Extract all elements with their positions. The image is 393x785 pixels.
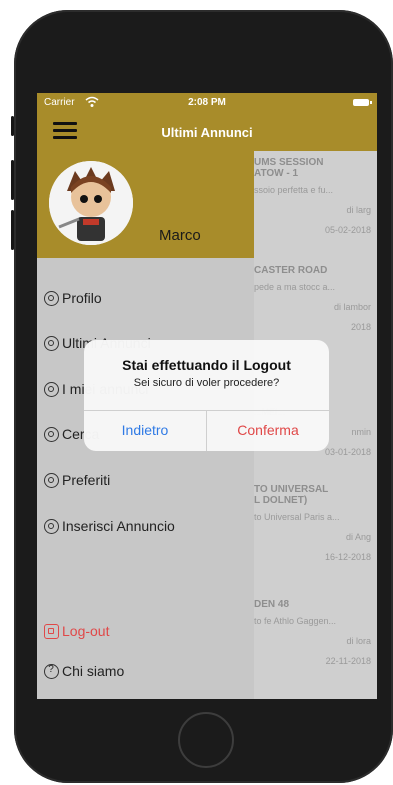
- volume-down-button: [11, 210, 14, 250]
- avatar[interactable]: [49, 161, 133, 245]
- list-item[interactable]: TO UNIVERSAL L DOLNET) to Universal Pari…: [254, 484, 377, 562]
- logout-alert-dialog: Stai effettuando il Logout Sei sicuro di…: [84, 340, 329, 451]
- battery-icon: [353, 99, 372, 106]
- ads-icon: [44, 335, 59, 351]
- menu-item-insert-ad[interactable]: Inserisci Annuncio: [44, 514, 175, 538]
- page-title: Ultimi Annunci: [161, 125, 253, 140]
- list-item[interactable]: UMS SESSION ATOW - 1 ssoio perfetta e fu…: [254, 157, 377, 235]
- search-icon: [44, 426, 59, 442]
- home-button[interactable]: [178, 712, 234, 768]
- profile-icon: [44, 290, 59, 306]
- list-item[interactable]: DEN 48 to fe Athlo Gaggen... di lora 22-…: [254, 599, 377, 666]
- username: Marco: [159, 227, 201, 244]
- app-screen: Carrier 2:08 PM Ultimi Annunci UMS SESSI…: [37, 93, 377, 699]
- menu-item-favorites[interactable]: Preferiti: [44, 468, 110, 492]
- my-ads-icon: [44, 381, 59, 397]
- add-ad-icon: [44, 518, 59, 534]
- back-button[interactable]: Indietro: [84, 410, 206, 451]
- avatar-figure-icon: [49, 161, 133, 245]
- status-time: 2:08 PM: [188, 97, 226, 108]
- heart-icon: [44, 472, 59, 488]
- confirm-logout-button[interactable]: Conferma: [207, 410, 329, 451]
- menu-item-about[interactable]: ? Chi siamo: [44, 659, 124, 683]
- status-bar: Carrier 2:08 PM: [37, 93, 377, 113]
- alert-message: Sei sicuro di voler procedere?: [133, 377, 280, 389]
- volume-up-button: [11, 160, 14, 200]
- menu-item-profile[interactable]: Profilo: [44, 286, 102, 310]
- question-icon: ?: [44, 663, 59, 679]
- drawer-header: Marco: [37, 151, 254, 258]
- logout-icon: [44, 623, 59, 639]
- alert-title: Stai effettuando il Logout: [122, 357, 291, 373]
- navigation-bar: Ultimi Annunci: [37, 113, 377, 151]
- list-item[interactable]: CASTER ROAD pede a ma stocc a... di lamb…: [254, 265, 377, 332]
- menu-item-logout[interactable]: Log-out: [44, 619, 109, 643]
- mute-switch: [11, 116, 14, 136]
